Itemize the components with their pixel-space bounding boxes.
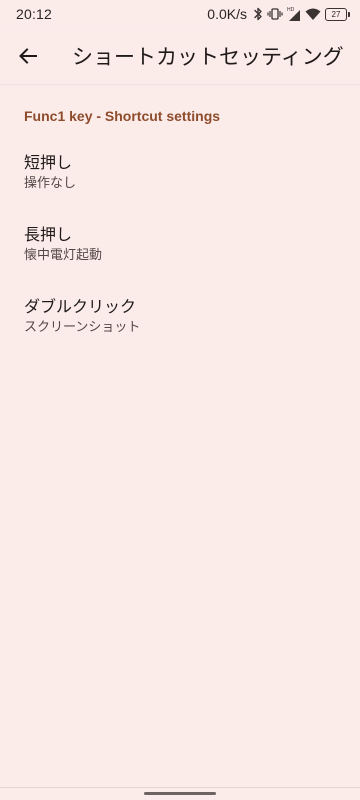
battery-icon: 27 — [325, 7, 350, 21]
back-button[interactable] — [0, 28, 56, 84]
status-icons: 0.0K/s HD 27 — [207, 6, 350, 22]
settings-list: Func1 key - Shortcut settings 短押し 操作なし 長… — [0, 84, 360, 355]
svg-text:HD: HD — [287, 7, 295, 13]
bluetooth-icon — [253, 7, 263, 21]
status-time: 20:12 — [16, 6, 53, 22]
hd-signal-icon: HD — [287, 6, 301, 22]
setting-summary: 懐中電灯起動 — [24, 248, 103, 263]
setting-title: ダブルクリック — [24, 297, 137, 316]
app-bar: ショートカットセッティング — [0, 28, 360, 84]
page-title: ショートカットセッティング — [72, 45, 344, 69]
back-arrow-icon — [19, 48, 37, 64]
nav-divider — [0, 787, 360, 788]
setting-summary: スクリーンショット — [24, 320, 141, 335]
setting-long-press[interactable]: 長押し 懐中電灯起動 — [0, 211, 360, 283]
gesture-handle[interactable] — [144, 792, 216, 795]
vibrate-icon — [267, 7, 283, 21]
section-header: Func1 key - Shortcut settings — [24, 108, 221, 124]
setting-double-click[interactable]: ダブルクリック スクリーンショット — [0, 283, 360, 355]
setting-summary: 操作なし — [24, 176, 77, 191]
status-bar: 20:12 0.0K/s HD 27 — [0, 0, 360, 28]
setting-title: 長押し — [24, 225, 73, 244]
setting-title: 短押し — [24, 153, 73, 172]
battery-level: 27 — [325, 7, 347, 21]
setting-short-press[interactable]: 短押し 操作なし — [0, 139, 360, 211]
wifi-icon — [305, 7, 321, 21]
network-speed: 0.0K/s — [207, 6, 247, 22]
